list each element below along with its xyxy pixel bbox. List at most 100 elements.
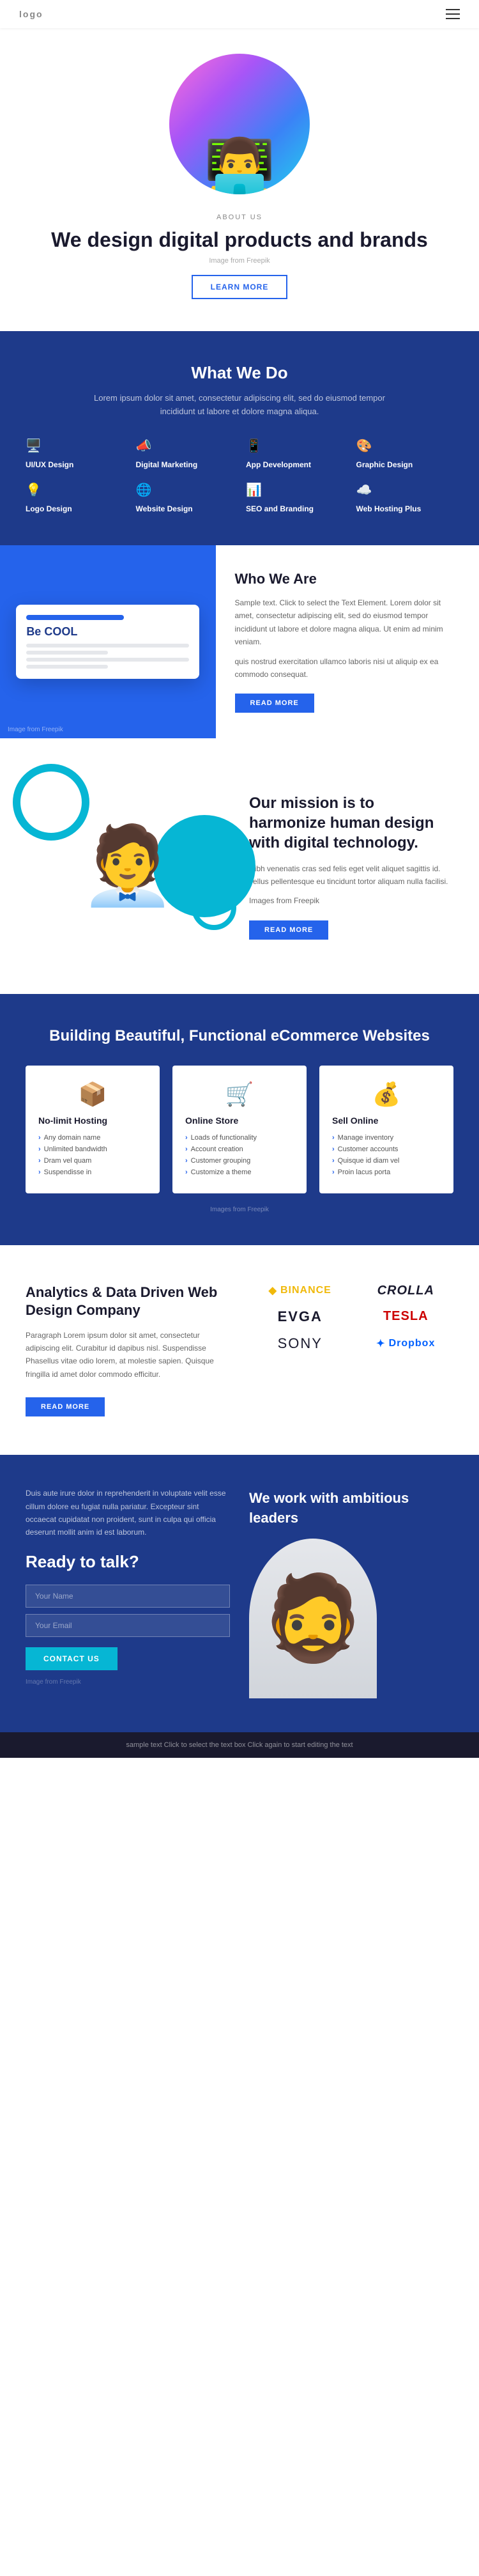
mission-read-more-button[interactable]: READ MORE — [249, 920, 328, 940]
hero-section: 👨‍💻 ABOUT US We design digital products … — [0, 28, 479, 331]
list-item: Quisque id diam vel — [332, 1155, 441, 1167]
mission-inner: 🧑‍💼 Our mission is to harmonize human de… — [26, 777, 453, 956]
ready-name-input[interactable] — [26, 1585, 230, 1608]
mission-left: 🧑‍💼 — [26, 777, 230, 956]
who-section: Be COOL Image from Freepik Who We Are Sa… — [0, 545, 479, 738]
list-item: Customize a theme — [185, 1167, 294, 1178]
hero-circle: 👨‍💻 — [169, 54, 310, 194]
website-design-icon: 🌐 — [136, 482, 234, 498]
services-grid: 🖥️ UI/UX Design 📣 Digital Marketing 📱 Ap… — [26, 438, 453, 513]
what-we-do-description: Lorem ipsum dolor sit amet, consectetur … — [80, 392, 399, 419]
ready-image-credit: Image from Freepik — [26, 1677, 230, 1688]
brand-dropbox: ✦ Dropbox — [376, 1337, 435, 1350]
service-website-design: 🌐 Website Design — [136, 482, 234, 513]
analytics-read-more-button[interactable]: READ MORE — [26, 1397, 105, 1416]
app-dev-icon: 📱 — [246, 438, 344, 454]
service-seo: 📊 SEO and Branding — [246, 482, 344, 513]
about-label: ABOUT US — [19, 213, 460, 221]
mission-section: 🧑‍💼 Our mission is to harmonize human de… — [0, 738, 479, 994]
digital-marketing-label: Digital Marketing — [136, 460, 234, 469]
logo-design-label: Logo Design — [26, 504, 123, 513]
ready-right: We work with ambitious leaders 🧔 — [249, 1489, 453, 1698]
mission-person: 🧑‍💼 — [80, 821, 175, 911]
mockup-line — [26, 644, 189, 648]
dropbox-name: Dropbox — [389, 1338, 436, 1349]
uiux-label: UI/UX Design — [26, 460, 123, 469]
service-logo-design: 💡 Logo Design — [26, 482, 123, 513]
analytics-right: ◆ BINANCE CROLLA EVGA TESLA SONY ✦ Dropb… — [252, 1284, 453, 1352]
learn-more-button[interactable]: LEARN MORE — [192, 275, 288, 299]
ready-pre-text: Duis aute irure dolor in reprehenderit i… — [26, 1487, 230, 1539]
who-read-more-button[interactable]: READ MORE — [235, 694, 314, 713]
store-card-icon: 🛒 — [185, 1081, 294, 1108]
ecommerce-card-store: 🛒 Online Store Loads of functionality Ac… — [172, 1066, 307, 1193]
list-item: Account creation — [185, 1144, 294, 1155]
footer-text: sample text Click to select the text box… — [126, 1741, 353, 1749]
list-item: Customer accounts — [332, 1144, 441, 1155]
mission-circle-big — [13, 764, 89, 841]
binance-symbol: ◆ — [269, 1284, 277, 1297]
mockup-line-short — [26, 651, 107, 655]
who-body2: quis nostrud exercitation ullamco labori… — [235, 655, 460, 681]
ecommerce-cards: 📦 No-limit Hosting Any domain name Unlim… — [26, 1066, 453, 1193]
graphic-design-icon: 🎨 — [356, 438, 454, 454]
mockup-line-2 — [26, 658, 189, 662]
ecommerce-card-hosting: 📦 No-limit Hosting Any domain name Unlim… — [26, 1066, 160, 1193]
binance-name: BINANCE — [280, 1285, 331, 1296]
mockup-bar — [26, 615, 124, 620]
website-design-label: Website Design — [136, 504, 234, 513]
who-body1: Sample text. Click to select the Text El… — [235, 596, 460, 649]
mission-right: Our mission is to harmonize human design… — [249, 793, 453, 940]
ecommerce-image-credit: Images from Freepik — [26, 1206, 453, 1213]
brand-crolla: CROLLA — [377, 1284, 434, 1298]
ready-form: CONTACT US — [26, 1585, 230, 1670]
ready-left: Duis aute irure dolor in reprehenderit i… — [26, 1487, 230, 1700]
ecommerce-card-sell: 💰 Sell Online Manage inventory Customer … — [319, 1066, 453, 1193]
who-mockup: Be COOL — [16, 605, 199, 679]
service-app-dev: 📱 App Development — [246, 438, 344, 469]
mockup-line-short-2 — [26, 665, 107, 669]
ready-person-image: 🧔 — [249, 1539, 377, 1698]
hamburger-button[interactable] — [446, 9, 460, 19]
evga-name: EVGA — [278, 1308, 323, 1325]
mockup-be-cool: Be COOL — [26, 625, 189, 639]
ready-right-title: We work with ambitious leaders — [249, 1489, 453, 1528]
mission-title: Our mission is to harmonize human design… — [249, 793, 453, 853]
ready-email-input[interactable] — [26, 1614, 230, 1637]
app-dev-label: App Development — [246, 460, 344, 469]
analytics-section: Analytics & Data Driven Web Design Compa… — [0, 1245, 479, 1455]
ecommerce-section: Building Beautiful, Functional eCommerce… — [0, 994, 479, 1245]
hosting-card-list: Any domain name Unlimited bandwidth Dram… — [38, 1132, 147, 1178]
analytics-body: Paragraph Lorem ipsum dolor sit amet, co… — [26, 1329, 227, 1381]
ready-title: Ready to talk? — [26, 1552, 230, 1572]
what-we-do-title: What We Do — [26, 363, 453, 383]
hero-image-credit: Image from Freepik — [19, 257, 460, 265]
sony-name: SONY — [278, 1335, 323, 1352]
logo-design-icon: 💡 — [26, 482, 123, 498]
tesla-name: TESLA — [383, 1309, 429, 1324]
who-image-side: Be COOL Image from Freepik — [0, 545, 216, 738]
store-card-title: Online Store — [185, 1115, 294, 1126]
uiux-icon: 🖥️ — [26, 438, 123, 454]
analytics-left: Analytics & Data Driven Web Design Compa… — [26, 1284, 227, 1417]
service-digital-marketing: 📣 Digital Marketing — [136, 438, 234, 469]
store-card-list: Loads of functionality Account creation … — [185, 1132, 294, 1178]
ecommerce-title: Building Beautiful, Functional eCommerce… — [26, 1026, 453, 1046]
list-item: Any domain name — [38, 1132, 147, 1144]
hosting-card-title: No-limit Hosting — [38, 1115, 147, 1126]
list-item: Suspendisse in — [38, 1167, 147, 1178]
mission-image-credit: Images from Freepik — [249, 894, 453, 907]
web-hosting-icon: ☁️ — [356, 482, 454, 498]
mockup-lines — [26, 644, 189, 669]
logo[interactable]: logo — [19, 9, 43, 19]
graphic-design-label: Graphic Design — [356, 460, 454, 469]
who-image-credit: Image from Freepik — [8, 726, 63, 733]
mission-body: Nibh venenatis cras sed felis eget velit… — [249, 862, 453, 888]
list-item: Customer grouping — [185, 1155, 294, 1167]
service-graphic-design: 🎨 Graphic Design — [356, 438, 454, 469]
analytics-title: Analytics & Data Driven Web Design Compa… — [26, 1284, 227, 1320]
brand-evga: EVGA — [278, 1308, 323, 1325]
ready-section: Duis aute irure dolor in reprehenderit i… — [0, 1455, 479, 1732]
contact-us-button[interactable]: CONTACT US — [26, 1647, 118, 1670]
sell-card-icon: 💰 — [332, 1081, 441, 1108]
